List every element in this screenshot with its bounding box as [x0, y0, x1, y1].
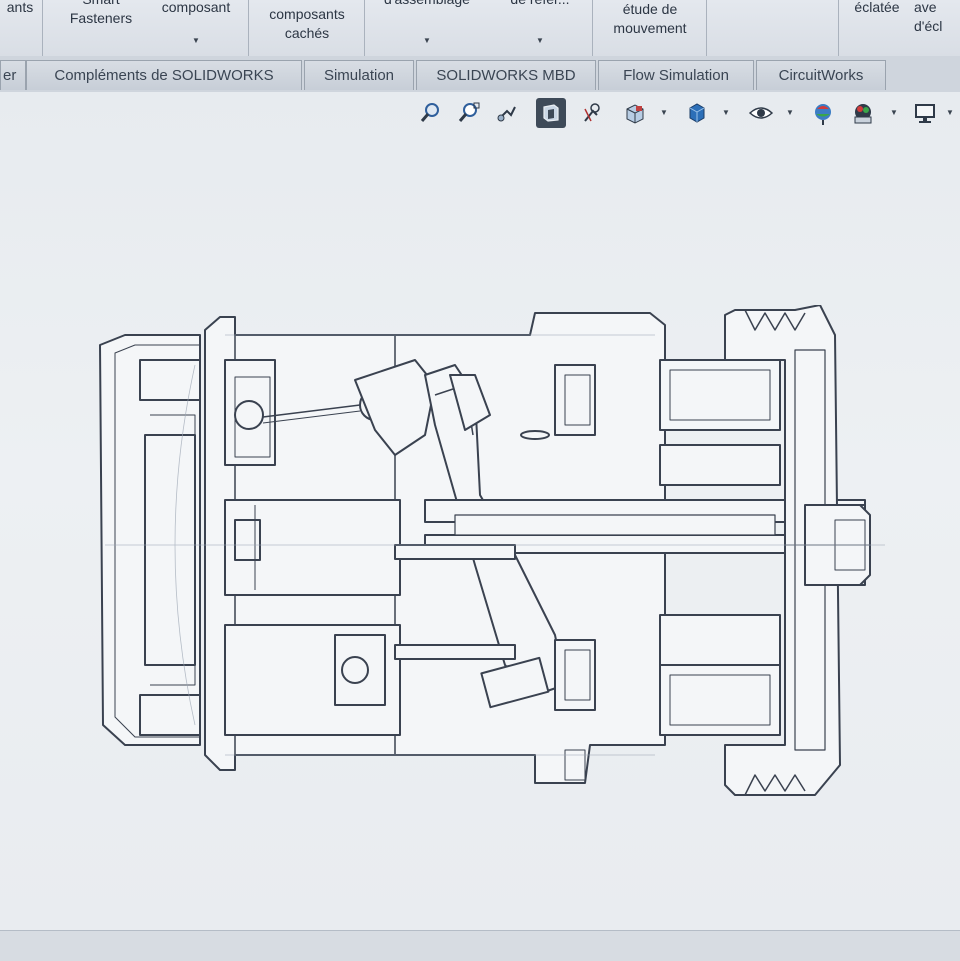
edit-appearance-icon[interactable]	[808, 98, 838, 128]
ribbon-label: composants	[269, 6, 345, 22]
chevron-down-icon[interactable]: ▼	[536, 31, 544, 50]
section-view-icon[interactable]	[536, 98, 566, 128]
chevron-down-icon[interactable]: ▼	[423, 31, 431, 50]
ribbon-button-new-motion-study[interactable]: étude de mouvement	[596, 0, 704, 56]
ribbon-button-smart-fasteners[interactable]: Smart Fasteners	[56, 0, 146, 56]
ribbon-divider	[364, 0, 365, 56]
chevron-down-icon[interactable]: ▼	[660, 108, 668, 117]
chevron-down-icon[interactable]: ▼	[890, 108, 898, 117]
ribbon-button-exploded-view[interactable]: éclatée	[842, 0, 912, 56]
tab-simulation[interactable]: Simulation	[304, 60, 414, 90]
ribbon-divider	[838, 0, 839, 56]
ribbon-label: d'assemblage	[368, 0, 486, 9]
previous-view-icon[interactable]	[492, 98, 522, 128]
ribbon-button-show-hidden-components[interactable]: composants cachés	[252, 0, 362, 56]
ribbon-label: cachés	[284, 25, 330, 41]
display-style-icon[interactable]	[682, 98, 712, 128]
hide-show-items-icon[interactable]	[746, 98, 776, 128]
ribbon-label: de référ...	[490, 0, 590, 9]
dynamic-annotation-views-icon[interactable]	[578, 98, 608, 128]
chevron-down-icon[interactable]: ▼	[786, 108, 794, 117]
ribbon-button-explode-line-sketch[interactable]: ave d'écl	[914, 0, 960, 56]
ribbon-label: mouvement	[613, 20, 687, 36]
ribbon-button-assembly-features[interactable]: d'assemblage ▼	[368, 0, 486, 56]
view-settings-icon[interactable]	[910, 98, 940, 128]
zoom-to-fit-icon[interactable]	[416, 98, 446, 128]
status-bar	[0, 930, 960, 961]
ribbon-label: Fasteners	[69, 10, 133, 26]
ribbon-button-components[interactable]: ants	[0, 0, 40, 56]
ribbon-label: étude de	[622, 1, 678, 17]
tab-sketch[interactable]: er	[0, 60, 26, 90]
tab-circuitworks[interactable]: CircuitWorks	[756, 60, 886, 90]
tab-solidworks-add-ins[interactable]: Compléments de SOLIDWORKS	[26, 60, 302, 90]
ribbon-button-move-component[interactable]: composant ▼	[148, 0, 244, 56]
ribbon-label: ants	[6, 0, 34, 15]
zoom-to-area-icon[interactable]	[454, 98, 484, 128]
chevron-down-icon[interactable]: ▼	[722, 108, 730, 117]
ribbon-label: éclatée	[854, 0, 900, 15]
ribbon-divider	[706, 0, 707, 56]
compressor-section-view[interactable]	[95, 305, 895, 805]
tab-flow-simulation[interactable]: Flow Simulation	[598, 60, 754, 90]
chevron-down-icon[interactable]: ▼	[946, 108, 954, 117]
chevron-down-icon[interactable]: ▼	[192, 31, 200, 50]
ribbon-divider	[42, 0, 43, 56]
ribbon-label: composant	[161, 0, 231, 15]
ribbon-divider	[248, 0, 249, 56]
apply-scene-icon[interactable]	[848, 98, 878, 128]
tab-solidworks-mbd[interactable]: SOLIDWORKS MBD	[416, 60, 596, 90]
ribbon-label: d'écl	[914, 18, 943, 34]
ribbon-label: ave	[914, 0, 937, 15]
ribbon-label: Smart	[56, 0, 146, 9]
ribbon-button-reference-geometry[interactable]: de référ... ▼	[490, 0, 590, 56]
command-manager-ribbon: ants Smart Fasteners composant ▼ composa…	[0, 0, 960, 57]
command-manager-tabs: er Compléments de SOLIDWORKS Simulation …	[0, 56, 960, 93]
ribbon-divider	[592, 0, 593, 56]
view-orientation-icon[interactable]	[620, 98, 650, 128]
